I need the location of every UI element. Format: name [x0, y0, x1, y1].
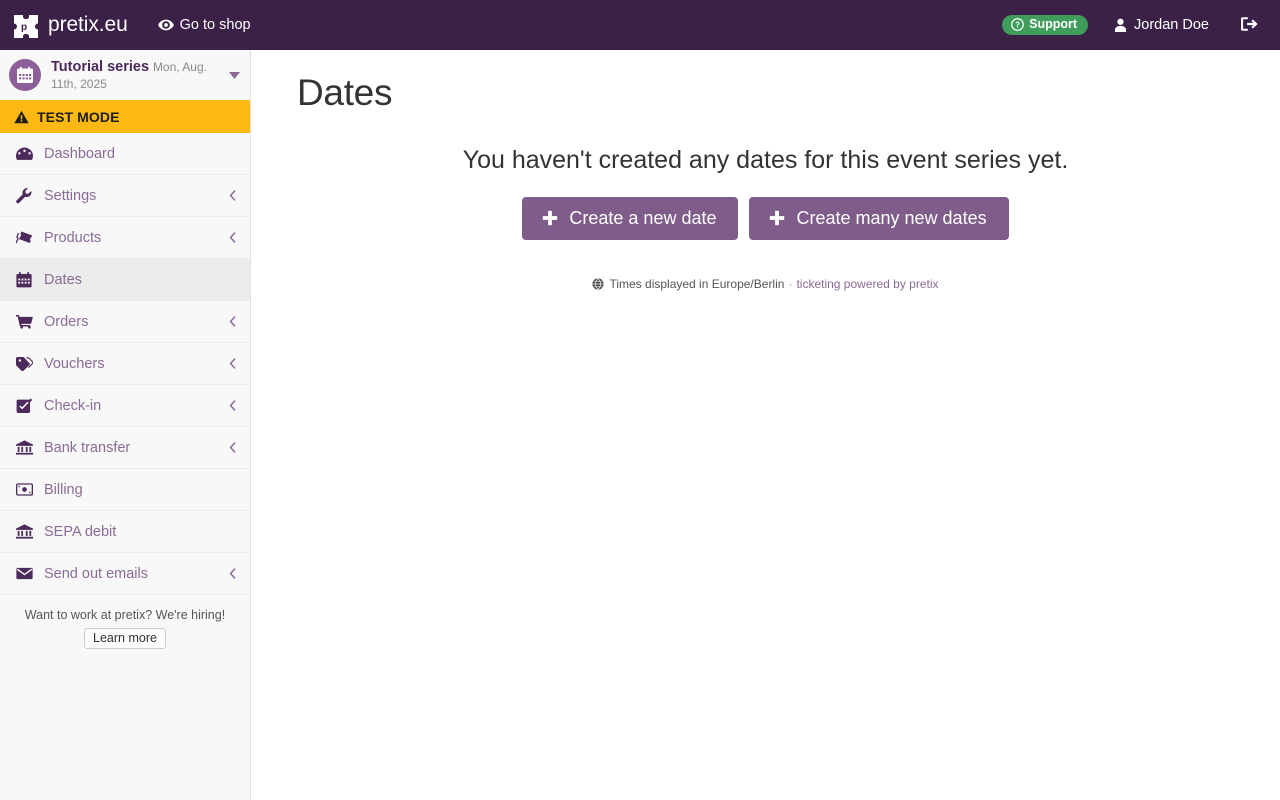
top-navbar: p pretix.eu Go to shop ? Support Jordan … [0, 0, 1280, 50]
svg-text:?: ? [1015, 21, 1020, 30]
bank-icon [16, 524, 35, 539]
hiring-text: Want to work at pretix? We're hiring! [24, 608, 226, 622]
timezone-text: Times displayed in Europe/Berlin [609, 277, 785, 291]
chevron-left-icon [229, 232, 236, 243]
sidebar-item-send-out-emails[interactable]: Send out emails [0, 553, 250, 595]
event-selector[interactable]: Tutorial series Mon, Aug. 11th, 2025 [0, 50, 250, 100]
sidebar-item-label: Bank transfer [44, 439, 131, 456]
sidebar-item-label: Billing [44, 481, 83, 498]
sidebar-item-dates[interactable]: Dates [0, 259, 250, 301]
sidebar-item-vouchers[interactable]: Vouchers [0, 343, 250, 385]
main-content: Dates You haven't created any dates for … [251, 50, 1280, 800]
page-title: Dates [297, 72, 393, 113]
sidebar-item-label: Vouchers [44, 355, 105, 372]
chevron-left-icon [229, 400, 236, 411]
test-mode-banner: TEST MODE [0, 100, 250, 133]
chevron-left-icon [229, 442, 236, 453]
button-label: Create many new dates [796, 208, 987, 228]
support-button[interactable]: ? Support [1002, 15, 1089, 35]
sidebar-item-settings[interactable]: Settings [0, 175, 250, 217]
empty-state: You haven't created any dates for this e… [251, 146, 1280, 291]
user-icon [1114, 18, 1127, 32]
sidebar-nav: Dashboard Settings Products Dates Orders… [0, 133, 250, 595]
sidebar-item-label: Check-in [44, 397, 102, 414]
timezone-footer: Times displayed in Europe/Berlin · ticke… [251, 277, 1280, 291]
sidebar-item-label: Products [44, 229, 102, 246]
wrench-icon [16, 187, 35, 204]
powered-by-pretix-link[interactable]: ticketing powered by pretix [796, 277, 938, 291]
sidebar-item-label: Orders [44, 313, 89, 330]
chevron-left-icon [229, 358, 236, 369]
sidebar-item-label: SEPA debit [44, 523, 117, 540]
user-menu[interactable]: Jordan Doe [1114, 17, 1209, 33]
empty-state-actions: Create a new date Create many new dates [251, 197, 1280, 240]
test-mode-label: TEST MODE [37, 108, 120, 125]
calendar-icon [9, 59, 41, 91]
create-a-new-date-button[interactable]: Create a new date [522, 197, 739, 240]
sidebar-item-orders[interactable]: Orders [0, 301, 250, 343]
chevron-left-icon [229, 568, 236, 579]
sidebar-item-label: Dates [44, 271, 82, 288]
learn-more-button[interactable]: Learn more [84, 628, 166, 650]
brand-name: pretix.eu [48, 13, 128, 36]
chevron-left-icon [229, 190, 236, 201]
warning-triangle-icon [14, 110, 29, 124]
eye-icon [157, 18, 174, 32]
sidebar-item-label: Dashboard [44, 145, 115, 162]
shopping-cart-icon [16, 314, 35, 329]
bank-icon [16, 440, 35, 455]
svg-text:p: p [21, 22, 27, 33]
support-label: Support [1029, 17, 1078, 32]
event-name: Tutorial series [51, 58, 150, 75]
button-label: Create a new date [569, 208, 717, 228]
empty-state-heading: You haven't created any dates for this e… [462, 146, 1069, 174]
chevron-left-icon [229, 316, 236, 327]
envelope-icon [16, 567, 35, 580]
create-many-new-dates-button[interactable]: Create many new dates [749, 197, 1009, 240]
plus-icon [769, 210, 785, 226]
question-circle-icon: ? [1011, 18, 1024, 31]
sidebar: Tutorial series Mon, Aug. 11th, 2025 TES… [0, 50, 251, 800]
caret-down-icon [229, 71, 240, 79]
navbar-right-group: ? Support Jordan Doe [1002, 0, 1280, 50]
sidebar-item-sepa-debit[interactable]: SEPA debit [0, 511, 250, 553]
sidebar-item-products[interactable]: Products [0, 217, 250, 259]
logout-button[interactable] [1241, 16, 1258, 35]
pretix-ticket-logo-icon: p [12, 12, 40, 38]
check-square-icon [16, 397, 35, 414]
tag-icon [16, 356, 35, 371]
sidebar-item-dashboard[interactable]: Dashboard [0, 133, 250, 175]
hiring-promo: Want to work at pretix? We're hiring! Le… [0, 595, 250, 650]
footer-separator: · [788, 277, 793, 291]
sidebar-item-billing[interactable]: Billing [0, 469, 250, 511]
user-name: Jordan Doe [1134, 17, 1209, 33]
plus-icon [542, 210, 558, 226]
go-to-shop-label: Go to shop [179, 17, 251, 33]
dashboard-icon [16, 146, 35, 161]
event-meta: Tutorial series Mon, Aug. 11th, 2025 [51, 58, 223, 92]
money-bill-icon [16, 483, 35, 496]
sidebar-item-bank-transfer[interactable]: Bank transfer [0, 427, 250, 469]
calendar-icon [16, 271, 35, 288]
brand-home-link[interactable]: p pretix.eu [12, 12, 128, 38]
globe-icon [592, 278, 605, 290]
go-to-shop-link[interactable]: Go to shop [157, 17, 251, 33]
sidebar-item-check-in[interactable]: Check-in [0, 385, 250, 427]
sidebar-item-label: Send out emails [44, 565, 148, 582]
sidebar-item-label: Settings [44, 187, 97, 204]
tickets-icon [16, 230, 35, 245]
sign-out-icon [1241, 16, 1258, 35]
